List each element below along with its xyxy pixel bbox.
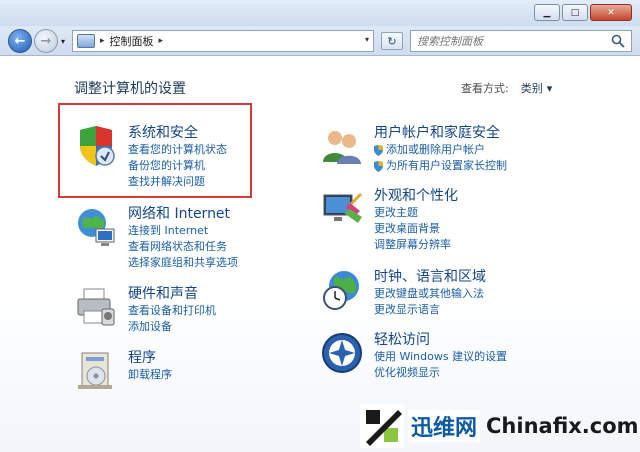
category-title[interactable]: 外观和个性化 bbox=[374, 187, 458, 205]
watermark-cn: 迅维网 bbox=[408, 410, 481, 442]
window-controls: ▁ □ ✕ bbox=[534, 4, 632, 21]
page-title: 调整计算机的设置 bbox=[74, 81, 186, 97]
globe-clock-icon[interactable] bbox=[320, 268, 364, 312]
link-homegroup-sharing[interactable]: 选择家庭组和共享选项 bbox=[128, 255, 238, 271]
category-title[interactable]: 时钟、语言和区域 bbox=[374, 268, 486, 286]
link-desktop-background[interactable]: 更改桌面背景 bbox=[374, 221, 458, 237]
category-title[interactable]: 轻松访问 bbox=[374, 331, 507, 349]
breadcrumb-control-panel[interactable]: 控制面板 bbox=[110, 33, 154, 49]
category-user-accounts: 用户帐户和家庭安全 添加或删除用户帐户 为所有用户设置家长控制 bbox=[320, 124, 507, 174]
appearance-icon[interactable] bbox=[320, 187, 364, 231]
link-connect-internet[interactable]: 连接到 Internet bbox=[128, 223, 238, 239]
programs-icon[interactable] bbox=[74, 349, 118, 393]
printer-icon[interactable] bbox=[74, 285, 118, 329]
forward-button[interactable]: → bbox=[34, 29, 58, 53]
refresh-button[interactable]: ↻ bbox=[381, 32, 403, 50]
category-ease-of-access: 轻松访问 使用 Windows 建议的设置 优化视频显示 bbox=[320, 331, 507, 381]
link-keyboard-input[interactable]: 更改键盘或其他输入法 bbox=[374, 286, 486, 302]
category-hardware-sound: 硬件和声音 查看设备和打印机 添加设备 bbox=[74, 285, 216, 335]
category-title[interactable]: 网络和 Internet bbox=[128, 205, 238, 223]
back-button[interactable]: ← bbox=[8, 29, 32, 53]
breadcrumb-trail-arrow[interactable]: ▸ bbox=[159, 36, 164, 46]
content-area: 调整计算机的设置 查看方式: 类别 ▾ 系统和安全 查看您的计算机状态 备份您的… bbox=[0, 57, 640, 452]
navigation-bar: ← → ▾ ▸ 控制面板 ▸ ▾ ↻ bbox=[0, 26, 640, 56]
maximize-button[interactable]: □ bbox=[562, 4, 588, 21]
close-button[interactable]: ✕ bbox=[590, 4, 632, 21]
link-optimize-display[interactable]: 优化视频显示 bbox=[374, 365, 507, 381]
category-title[interactable]: 硬件和声音 bbox=[128, 285, 216, 303]
chinafix-logo-icon bbox=[360, 404, 404, 448]
category-appearance: 外观和个性化 更改主题 更改桌面背景 调整屏幕分辨率 bbox=[320, 187, 458, 253]
view-by-value[interactable]: 类别 bbox=[521, 80, 543, 96]
category-network-internet: 网络和 Internet 连接到 Internet 查看网络状态和任务 选择家庭… bbox=[74, 205, 238, 271]
uac-shield-icon bbox=[374, 160, 383, 172]
view-by-dropdown[interactable]: 类别 ▾ bbox=[521, 80, 553, 96]
category-clock-region: 时钟、语言和区域 更改键盘或其他输入法 更改显示语言 bbox=[320, 268, 486, 318]
minimize-button[interactable]: ▁ bbox=[534, 4, 560, 21]
watermark: 迅维网 Chinafix.com bbox=[360, 400, 640, 452]
view-by-label: 查看方式: bbox=[461, 82, 509, 95]
link-network-status[interactable]: 查看网络状态和任务 bbox=[128, 239, 238, 255]
category-title[interactable]: 程序 bbox=[128, 349, 172, 367]
recent-pages-dropdown[interactable]: ▾ bbox=[61, 37, 65, 46]
link-uninstall-program[interactable]: 卸载程序 bbox=[128, 367, 172, 383]
address-bar[interactable]: ▸ 控制面板 ▸ ▾ bbox=[72, 30, 374, 52]
link-label[interactable]: 添加或删除用户帐户 bbox=[386, 142, 485, 158]
search-input[interactable] bbox=[417, 34, 597, 48]
link-display-language[interactable]: 更改显示语言 bbox=[374, 302, 486, 318]
highlight-box bbox=[58, 103, 252, 198]
category-title[interactable]: 用户帐户和家庭安全 bbox=[374, 124, 507, 142]
address-dropdown-icon[interactable]: ▾ bbox=[365, 35, 369, 44]
ease-of-access-icon[interactable] bbox=[320, 331, 364, 375]
category-programs: 程序 卸载程序 bbox=[74, 349, 172, 393]
link-change-theme[interactable]: 更改主题 bbox=[374, 205, 458, 221]
search-icon[interactable] bbox=[611, 34, 625, 48]
network-icon[interactable] bbox=[74, 205, 118, 249]
control-panel-icon bbox=[77, 34, 95, 48]
view-by: 查看方式: 类别 ▾ bbox=[461, 80, 552, 96]
search-box[interactable] bbox=[410, 30, 632, 52]
breadcrumb-separator[interactable]: ▸ bbox=[100, 36, 105, 46]
uac-shield-icon bbox=[374, 144, 383, 156]
link-devices-printers[interactable]: 查看设备和打印机 bbox=[128, 303, 216, 319]
link-windows-recommended-settings[interactable]: 使用 Windows 建议的设置 bbox=[374, 349, 507, 365]
link-parental-controls[interactable]: 为所有用户设置家长控制 bbox=[374, 158, 507, 174]
title-bar: ▁ □ ✕ bbox=[0, 0, 640, 26]
chevron-down-icon[interactable]: ▾ bbox=[547, 82, 553, 95]
link-screen-resolution[interactable]: 调整屏幕分辨率 bbox=[374, 237, 458, 253]
users-icon[interactable] bbox=[320, 124, 364, 168]
watermark-en: Chinafix.com bbox=[486, 414, 639, 438]
link-add-remove-accounts[interactable]: 添加或删除用户帐户 bbox=[374, 142, 507, 158]
link-add-device[interactable]: 添加设备 bbox=[128, 319, 216, 335]
link-label[interactable]: 为所有用户设置家长控制 bbox=[386, 158, 507, 174]
